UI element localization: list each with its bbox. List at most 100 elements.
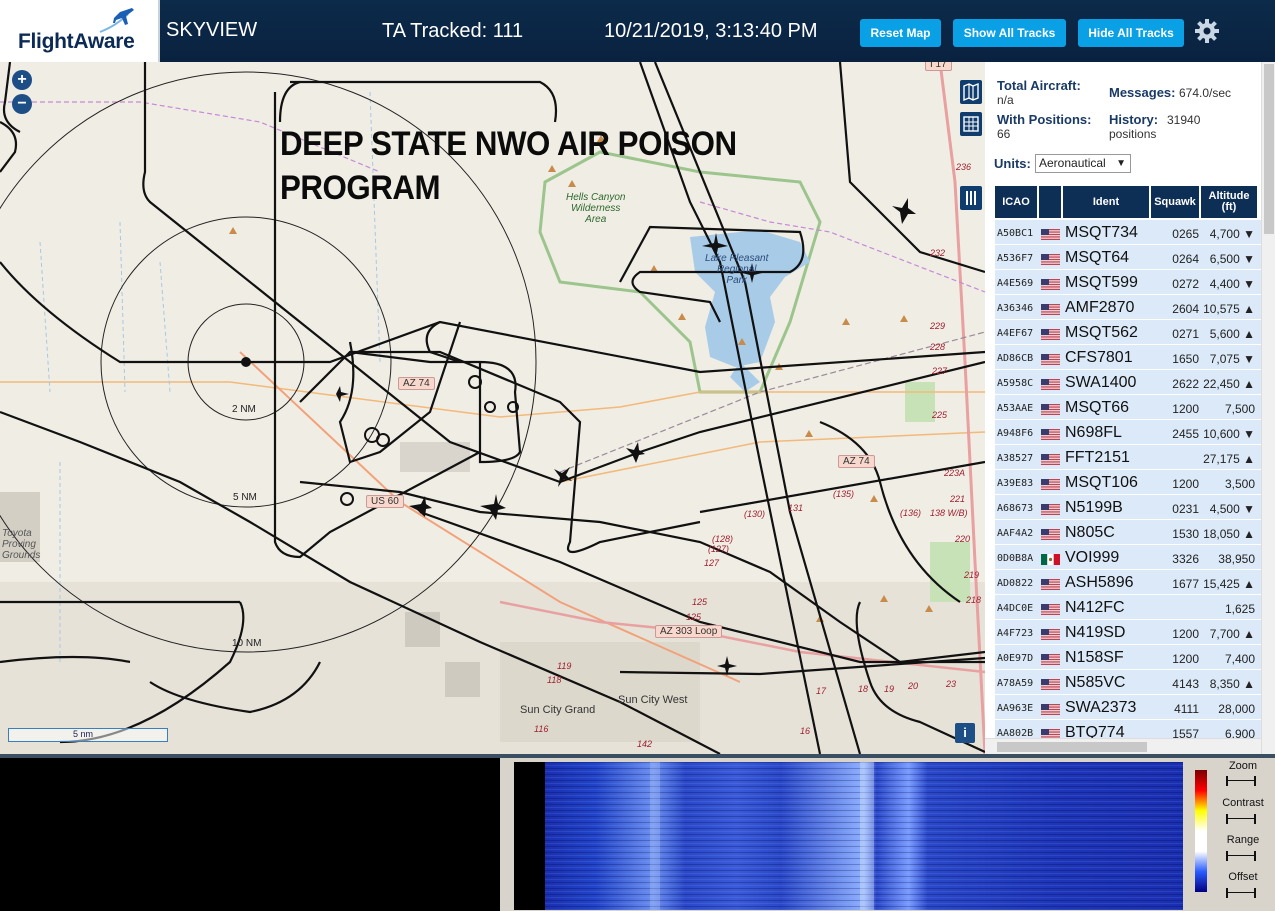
us-flag-icon bbox=[1041, 477, 1060, 490]
table-row[interactable]: A4F723 N419SD 1200 7,700 ▲ bbox=[995, 620, 1261, 645]
col-icao[interactable]: ICAO bbox=[995, 186, 1037, 218]
table-row[interactable]: AAF4A2 N805C 1530 18,050 ▲ bbox=[995, 520, 1261, 545]
units-select[interactable]: Aeronautical ▼ bbox=[1035, 154, 1131, 173]
row-altitude: 3,500 bbox=[1224, 477, 1255, 491]
route-127: 127 bbox=[704, 558, 720, 568]
scrollbar-thumb[interactable] bbox=[1264, 64, 1274, 234]
row-squawk: 1200 bbox=[1172, 627, 1199, 641]
us-flag-icon bbox=[1041, 602, 1060, 615]
row-altitude: 38,950 bbox=[1218, 552, 1255, 566]
table-row[interactable]: A4EF67 MSQT562 0271 5,600 ▲ bbox=[995, 320, 1261, 345]
datetime: 10/21/2019, 3:13:40 PM bbox=[604, 20, 818, 42]
grid-icon[interactable] bbox=[960, 112, 982, 136]
table-row[interactable]: A36346 AMF2870 2604 10,575 ▲ bbox=[995, 295, 1261, 320]
vertical-scrollbar[interactable] bbox=[1261, 62, 1275, 754]
hscrollbar-thumb[interactable] bbox=[997, 742, 1147, 752]
map-view[interactable]: DEEP STATE NWO AIR POISON PROGRAM + − 2 … bbox=[0, 62, 985, 754]
col-ident[interactable]: Ident bbox=[1063, 186, 1149, 218]
route-138: 138 W/B) bbox=[930, 508, 968, 518]
row-altitude: 4,500 ▼ bbox=[1209, 502, 1255, 516]
aircraft-panel: Total Aircraft: n/a Messages: 674.0/sec … bbox=[985, 62, 1275, 754]
table-row[interactable]: A4DC0E N412FC 1,625 bbox=[995, 595, 1261, 620]
waterfall-margin bbox=[514, 762, 545, 910]
zoom-in-button[interactable]: + bbox=[12, 70, 32, 90]
row-icao: A948F6 bbox=[997, 428, 1034, 439]
shield-az74-east: AZ 74 bbox=[838, 455, 875, 468]
messages-label: Messages: bbox=[1109, 85, 1176, 100]
table-row[interactable]: A4E569 MSQT599 0272 4,400 ▼ bbox=[995, 270, 1261, 295]
offset-slider[interactable] bbox=[1226, 888, 1256, 898]
reset-map-button[interactable]: Reset Map bbox=[860, 19, 941, 47]
flightaware-logo[interactable]: FlightAware bbox=[0, 0, 160, 62]
horizontal-scrollbar[interactable] bbox=[985, 738, 1261, 754]
offset-label: Offset bbox=[1228, 871, 1258, 883]
row-altitude: 7,075 ▼ bbox=[1209, 352, 1255, 366]
row-squawk: 2622 bbox=[1172, 377, 1199, 391]
us-flag-icon bbox=[1041, 577, 1060, 590]
table-row[interactable]: AA963E SWA2373 4111 28,000 bbox=[995, 695, 1261, 720]
route-131: 131 bbox=[788, 503, 804, 513]
row-icao: A4E569 bbox=[997, 278, 1034, 289]
contrast-label: Contrast bbox=[1222, 797, 1264, 809]
col-squawk[interactable]: Squawk bbox=[1151, 186, 1199, 218]
table-row[interactable]: AD86CB CFS7801 1650 7,075 ▼ bbox=[995, 345, 1261, 370]
with-positions-label: With Positions: bbox=[997, 112, 1092, 127]
row-squawk: 0265 bbox=[1172, 227, 1199, 241]
row-squawk: 1677 bbox=[1172, 577, 1199, 591]
table-row[interactable]: A39E83 MSQT106 1200 3,500 bbox=[995, 470, 1261, 495]
waterfall-display[interactable] bbox=[545, 762, 1183, 910]
row-icao: A53AAE bbox=[997, 403, 1034, 414]
col-flag[interactable] bbox=[1039, 186, 1061, 218]
units-value: Aeronautical bbox=[1039, 156, 1106, 170]
hide-all-tracks-button[interactable]: Hide All Tracks bbox=[1078, 19, 1184, 47]
row-ident: AMF2870 bbox=[1065, 299, 1135, 316]
table-row[interactable]: A68673 N5199B 0231 4,500 ▼ bbox=[995, 495, 1261, 520]
us-flag-icon bbox=[1041, 427, 1060, 440]
chevron-down-icon: ▼ bbox=[1116, 158, 1126, 169]
row-ident: MSQT599 bbox=[1065, 274, 1138, 291]
colorbar bbox=[1195, 770, 1207, 892]
skyview-app: FlightAware SKYVIEW TA Tracked: 111 10/2… bbox=[0, 0, 1275, 911]
us-flag-icon bbox=[1041, 452, 1060, 465]
table-row[interactable]: AD0822 ASH5896 1677 15,425 ▲ bbox=[995, 570, 1261, 595]
gear-icon[interactable] bbox=[1194, 18, 1220, 44]
row-ident: ASH5896 bbox=[1065, 574, 1134, 591]
route-125b: 125 bbox=[686, 612, 702, 622]
show-all-tracks-button[interactable]: Show All Tracks bbox=[953, 19, 1066, 47]
zoom-slider[interactable] bbox=[1226, 776, 1256, 786]
row-squawk: 2455 bbox=[1172, 427, 1199, 441]
exit-220: 220 bbox=[955, 534, 971, 544]
zoom-out-button[interactable]: − bbox=[12, 94, 32, 114]
route-17: 17 bbox=[816, 686, 827, 696]
row-altitude: 4,700 ▼ bbox=[1209, 227, 1255, 241]
table-row[interactable]: A5958C SWA1400 2622 22,450 ▲ bbox=[995, 370, 1261, 395]
table-row[interactable]: A78A59 N585VC 4143 8,350 ▲ bbox=[995, 670, 1261, 695]
place-lake-pleasant: Lake Pleasant Regional Park bbox=[705, 253, 769, 286]
us-flag-icon bbox=[1041, 377, 1060, 390]
table-row[interactable]: A948F6 N698FL 2455 10,600 ▼ bbox=[995, 420, 1261, 445]
col-altitude[interactable]: Altitude (ft) bbox=[1201, 186, 1257, 218]
table-row[interactable]: A53AAE MSQT66 1200 7,500 bbox=[995, 395, 1261, 420]
history-value: 31940 bbox=[1167, 113, 1201, 127]
row-icao: A0E97D bbox=[997, 653, 1034, 664]
info-button[interactable]: i bbox=[955, 723, 975, 743]
route-118: 118 bbox=[547, 675, 562, 685]
contrast-slider[interactable] bbox=[1226, 814, 1256, 824]
scale-label: 5 nm bbox=[73, 729, 94, 739]
table-row[interactable]: 0D0B8A VOI999 3326 38,950 bbox=[995, 545, 1261, 570]
with-positions-value: 66 bbox=[997, 127, 1011, 141]
columns-icon[interactable] bbox=[960, 186, 982, 210]
table-row[interactable]: A38527 FFT2151 27,175 ▲ bbox=[995, 445, 1261, 470]
row-squawk: 0264 bbox=[1172, 252, 1199, 266]
row-ident: N698FL bbox=[1065, 424, 1122, 441]
table-row[interactable]: A0E97D N158SF 1200 7,400 bbox=[995, 645, 1261, 670]
place-sun-city-grand: Sun City Grand bbox=[520, 704, 596, 716]
row-ident: MSQT64 bbox=[1065, 249, 1130, 266]
map-layers-icon[interactable] bbox=[960, 80, 982, 104]
row-squawk: 1200 bbox=[1172, 652, 1199, 666]
range-slider[interactable] bbox=[1226, 851, 1256, 861]
table-row[interactable]: A50BC1 MSQT734 0265 4,700 ▼ bbox=[995, 220, 1261, 245]
row-icao: AD0822 bbox=[997, 578, 1034, 589]
table-row[interactable]: A536F7 MSQT64 0264 6,500 ▼ bbox=[995, 245, 1261, 270]
row-icao: A536F7 bbox=[997, 253, 1034, 264]
